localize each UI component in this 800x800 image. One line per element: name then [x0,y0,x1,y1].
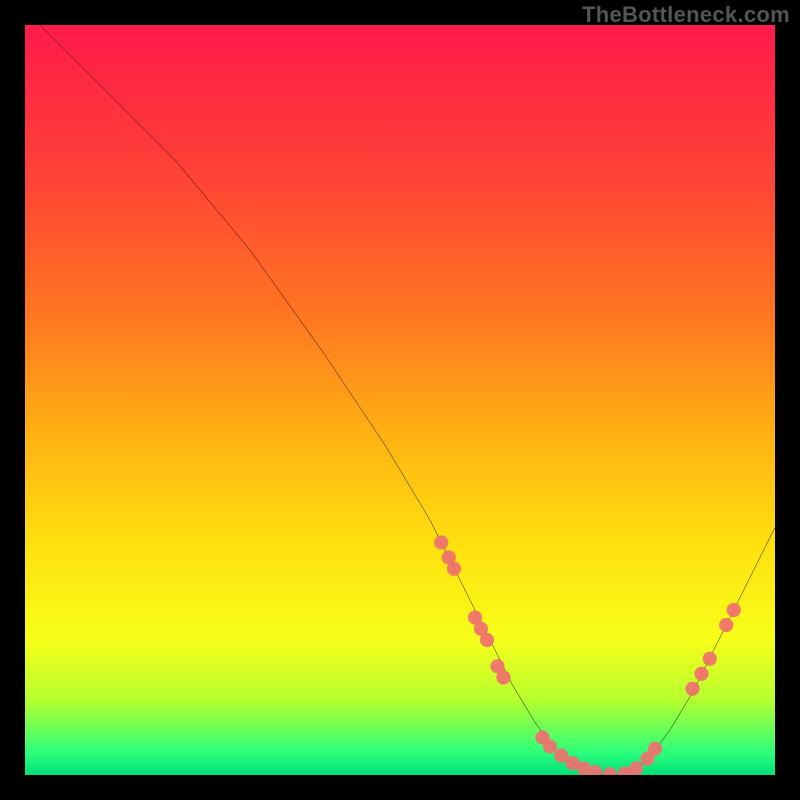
data-point [480,633,494,647]
chart-frame: TheBottleneck.com [0,0,800,800]
data-point [629,761,643,775]
watermark-text: TheBottleneck.com [582,2,790,28]
data-point [447,562,461,576]
data-point [648,742,662,756]
bottleneck-chart [25,25,775,775]
data-point [694,667,708,681]
data-point [719,618,733,632]
data-point [496,670,510,684]
data-point [727,603,741,617]
data-point [685,682,699,696]
chart-background [25,25,775,775]
data-point [543,739,557,753]
data-point [703,652,717,666]
data-point [434,535,448,549]
